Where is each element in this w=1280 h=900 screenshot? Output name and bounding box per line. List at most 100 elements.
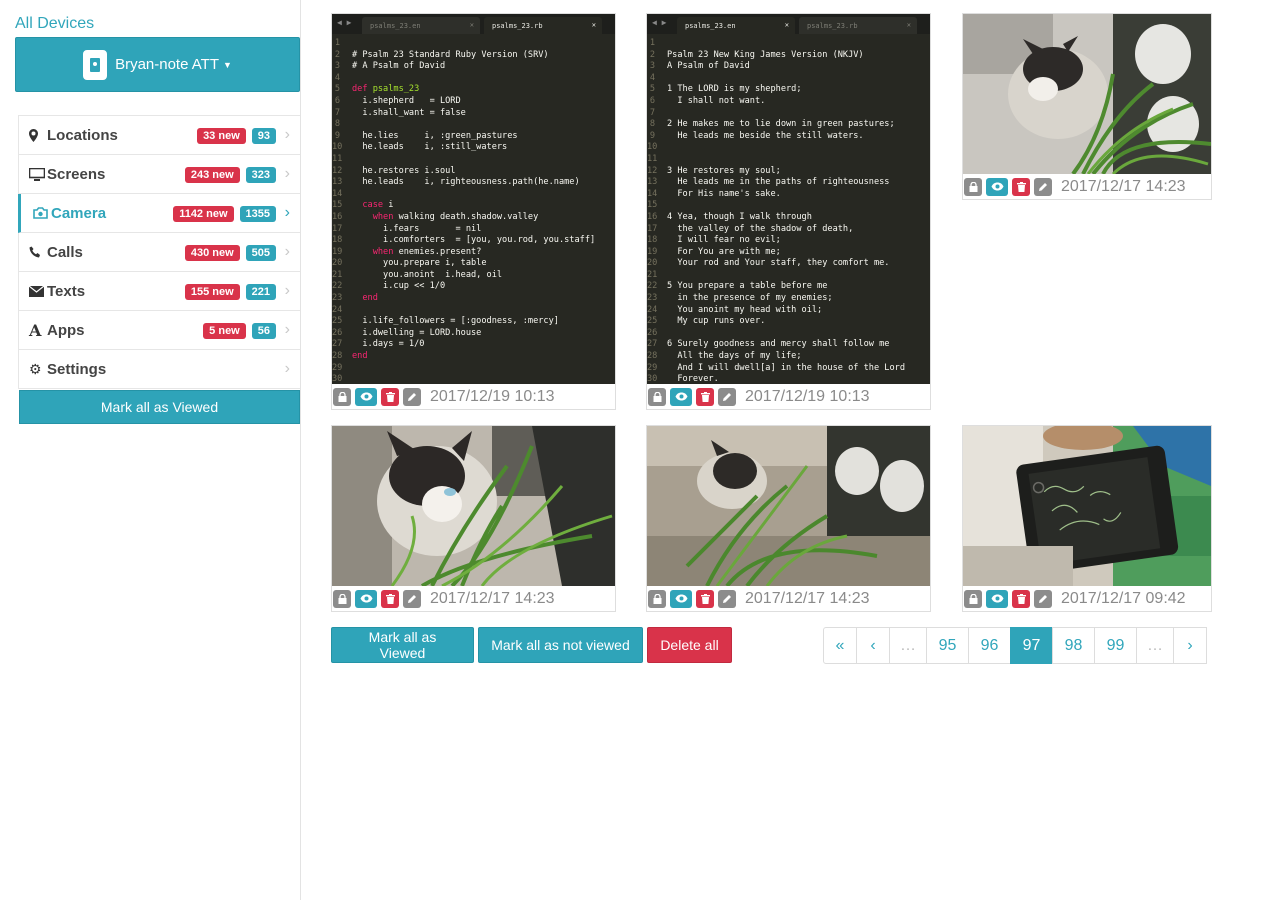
all-devices-link[interactable]: All Devices bbox=[15, 15, 94, 33]
pagination-page[interactable]: 96 bbox=[968, 627, 1011, 664]
mark-all-viewed-sidebar-button[interactable]: Mark all as Viewed bbox=[19, 390, 300, 424]
code-line: 29 bbox=[332, 362, 343, 373]
trash-icon[interactable] bbox=[696, 589, 714, 608]
code-lines: 1 2 Psalm 23 New King James Version (NKJV)… bbox=[647, 34, 930, 384]
pagination-page[interactable]: 95 bbox=[926, 627, 969, 664]
mark-all-not-viewed-button[interactable]: Mark all as not viewed bbox=[478, 627, 643, 663]
camera-icon bbox=[33, 207, 51, 219]
eye-icon[interactable] bbox=[670, 589, 692, 608]
trash-icon[interactable] bbox=[696, 387, 714, 406]
code-line: 9 he.lies i, :green_pastures bbox=[334, 130, 518, 141]
trash-icon[interactable] bbox=[1012, 589, 1030, 608]
total-count-badge: 56 bbox=[251, 323, 276, 339]
trash-icon[interactable] bbox=[381, 387, 399, 406]
eye-icon[interactable] bbox=[355, 387, 377, 406]
lock-icon[interactable] bbox=[964, 177, 982, 196]
new-count-badge: 243 new bbox=[184, 167, 240, 183]
camera-thumbnail[interactable]: ◀ ▶ psalms_23.en ✕ psalms_23.rb ✕ 1 2 # Psal… bbox=[332, 14, 615, 384]
total-count-badge: 505 bbox=[245, 245, 276, 261]
pencil-icon[interactable] bbox=[718, 387, 736, 406]
mark-all-viewed-button[interactable]: Mark all as Viewed bbox=[331, 627, 474, 663]
lock-icon[interactable] bbox=[964, 589, 982, 608]
new-count-badge: 430 new bbox=[184, 245, 240, 261]
sidebar-item-locations[interactable]: Locations 33 new 93 › bbox=[18, 116, 300, 155]
code-line: 29 And I will dwell[a] in the house of t… bbox=[647, 362, 905, 373]
lock-icon[interactable] bbox=[333, 387, 351, 406]
sidebar-item-calls[interactable]: Calls 430 new 505 › bbox=[18, 233, 300, 272]
code-line: 21 you.anoint i.head, oil bbox=[332, 269, 503, 280]
camera-item-card[interactable]: 2017/12/17 14:23 bbox=[331, 425, 616, 612]
chevron-right-icon: › bbox=[284, 360, 290, 377]
code-line: 22 5 You prepare a table before me bbox=[647, 281, 828, 292]
camera-thumbnail[interactable] bbox=[332, 426, 615, 586]
eye-icon[interactable] bbox=[670, 387, 692, 406]
pagination-page[interactable]: 99 bbox=[1094, 627, 1137, 664]
eye-icon[interactable] bbox=[986, 589, 1008, 608]
pencil-icon[interactable] bbox=[403, 387, 421, 406]
sidebar-item-label: Texts bbox=[47, 282, 86, 300]
pencil-icon[interactable] bbox=[718, 589, 736, 608]
code-line: 19 when enemies.present? bbox=[332, 246, 482, 257]
code-line: 4 bbox=[334, 72, 340, 83]
pagination-page-current[interactable]: 97 bbox=[1010, 627, 1053, 664]
pagination-ellipsis: … bbox=[889, 627, 927, 664]
sidebar-item-apps[interactable]: A Apps 5 new 56 › bbox=[18, 311, 300, 350]
lock-icon[interactable] bbox=[333, 589, 351, 608]
camera-item-card[interactable]: 2017/12/17 09:42 bbox=[962, 425, 1212, 612]
code-line: 13 he.leads i, righteousness.path(he.nam… bbox=[332, 177, 580, 188]
cat-photo bbox=[963, 14, 1211, 174]
delete-all-button[interactable]: Delete all bbox=[647, 627, 732, 663]
camera-item-card[interactable]: 2017/12/17 14:23 bbox=[962, 13, 1212, 200]
camera-item-card[interactable]: 2017/12/17 14:23 bbox=[646, 425, 931, 612]
camera-item-card[interactable]: ◀ ▶ psalms_23.en ✕ psalms_23.rb ✕ 1 2 # Psal… bbox=[331, 13, 616, 410]
code-line: 7 bbox=[649, 107, 655, 118]
pencil-icon[interactable] bbox=[1034, 589, 1052, 608]
code-line: 10 he.leads i, :still_waters bbox=[332, 142, 508, 153]
eye-icon[interactable] bbox=[986, 177, 1008, 196]
lock-icon[interactable] bbox=[648, 387, 666, 406]
pagination-prev[interactable]: ‹ bbox=[856, 627, 890, 664]
pagination-first[interactable]: « bbox=[823, 627, 857, 664]
code-line: 51 The LORD is my shepherd; bbox=[649, 84, 802, 95]
chevron-right-icon: › bbox=[284, 126, 290, 143]
code-line: 28 end bbox=[332, 351, 368, 362]
editor-tab: psalms_23.en ✕ bbox=[677, 17, 795, 34]
code-line: 14 bbox=[332, 188, 343, 199]
code-line: 5 def psalms_23 bbox=[334, 84, 420, 95]
device-selector-button[interactable]: Bryan-note ATT ▼ bbox=[15, 37, 300, 92]
code-line: 13 He leads me in the paths of righteous… bbox=[647, 177, 890, 188]
pagination-page[interactable]: 98 bbox=[1052, 627, 1095, 664]
trash-icon[interactable] bbox=[1012, 177, 1030, 196]
code-line: 1 bbox=[649, 38, 655, 48]
code-line: 11 bbox=[332, 153, 343, 164]
camera-thumbnail[interactable] bbox=[647, 426, 930, 586]
capture-timestamp: 2017/12/19 10:13 bbox=[430, 387, 555, 405]
camera-thumbnail[interactable]: ◀ ▶ psalms_23.en ✕ psalms_23.rb ✕ 1 2 Psalm … bbox=[647, 14, 930, 384]
sidebar-item-camera[interactable]: Camera 1142 new 1355 › bbox=[18, 194, 300, 233]
monitor-icon bbox=[29, 167, 47, 181]
code-line: 2 Psalm 23 New King James Version (NKJV) bbox=[649, 49, 864, 60]
sidebar-item-screens[interactable]: Screens 243 new 323 › bbox=[18, 155, 300, 194]
item-toolbar: 2017/12/19 10:13 bbox=[647, 384, 930, 409]
pencil-icon[interactable] bbox=[403, 589, 421, 608]
lock-icon[interactable] bbox=[648, 589, 666, 608]
camera-item-card[interactable]: ◀ ▶ psalms_23.en ✕ psalms_23.rb ✕ 1 2 Psalm … bbox=[646, 13, 931, 410]
pencil-icon[interactable] bbox=[1034, 177, 1052, 196]
code-line: 24 You anoint my head with oil; bbox=[647, 304, 823, 315]
trash-icon[interactable] bbox=[381, 589, 399, 608]
caret-down-icon: ▼ bbox=[223, 59, 232, 70]
total-count-badge: 221 bbox=[245, 284, 276, 300]
camera-thumbnail[interactable] bbox=[963, 426, 1211, 586]
sidebar-item-label: Settings bbox=[47, 360, 107, 378]
sidebar-item-settings[interactable]: ⚙ Settings › bbox=[18, 350, 300, 389]
pagination-next[interactable]: › bbox=[1173, 627, 1207, 664]
code-line: 30 Forever. bbox=[647, 374, 719, 384]
sidebar-item-texts[interactable]: Texts 155 new 221 › bbox=[18, 272, 300, 311]
writing-tablet-photo bbox=[963, 426, 1211, 586]
code-line: 10 bbox=[647, 142, 658, 153]
camera-thumbnail[interactable] bbox=[963, 14, 1211, 174]
item-toolbar: 2017/12/19 10:13 bbox=[332, 384, 615, 409]
eye-icon[interactable] bbox=[355, 589, 377, 608]
total-count-badge: 1355 bbox=[239, 206, 276, 222]
code-line: 15 bbox=[647, 200, 658, 211]
